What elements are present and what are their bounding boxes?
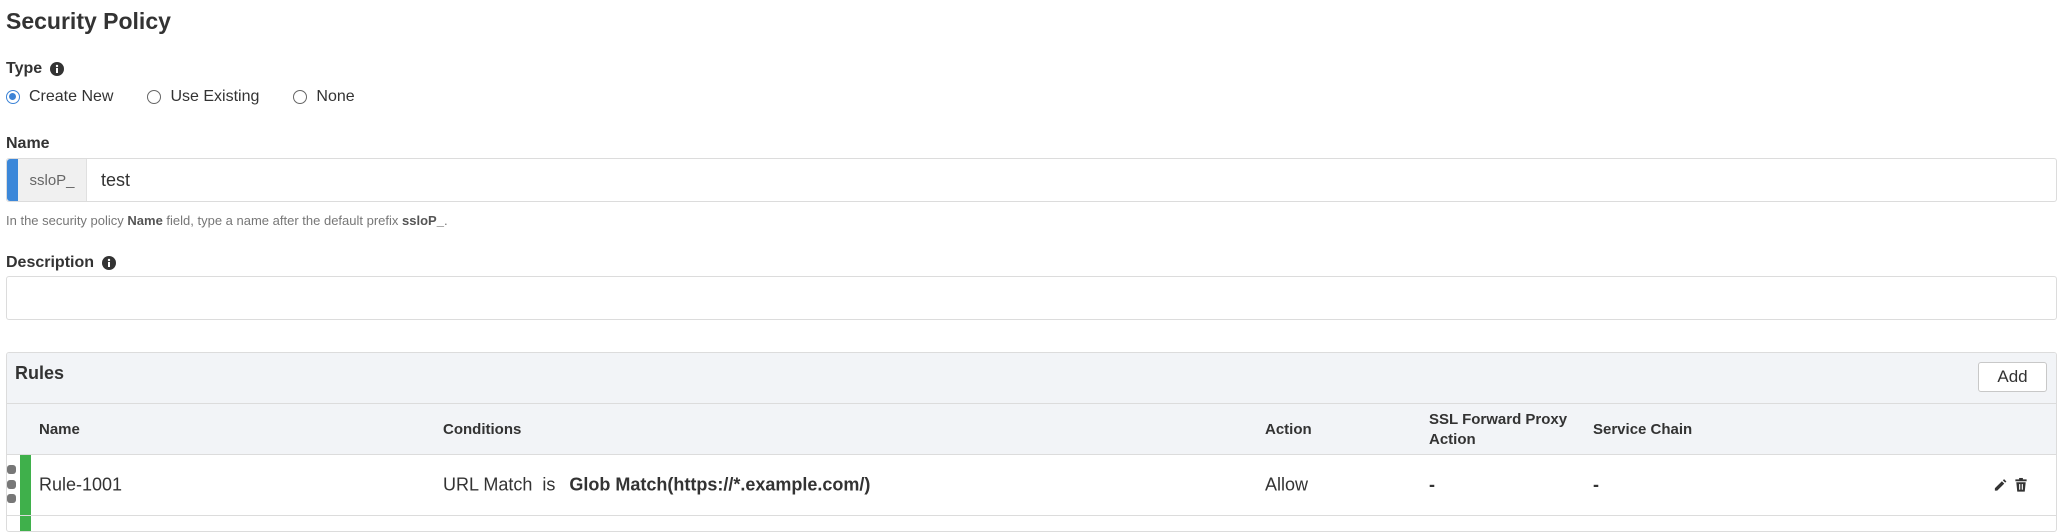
column-header-ssl-line-2: Action — [1429, 431, 1476, 448]
radio-use-existing[interactable]: Use Existing — [147, 88, 259, 106]
column-header-ssl-forward-proxy-action[interactable]: SSL Forward Proxy Action — [1429, 410, 1567, 450]
radio-button[interactable] — [293, 90, 308, 104]
info-icon[interactable] — [102, 256, 117, 270]
rules-panel: Rules Add Name Conditions Action SSL For… — [6, 352, 2057, 532]
rule-name: Rule-1001 — [39, 474, 123, 495]
rule-service-chain: - — [1593, 474, 1599, 495]
condition-value: Glob Match(https://*.example.com/) — [569, 474, 871, 495]
table-row[interactable]: Rule-1001 URL Match is Glob Match(https:… — [7, 455, 2056, 516]
table-row-partial — [7, 516, 2056, 531]
rule-action: Allow — [1265, 474, 1309, 495]
column-header-action[interactable]: Action — [1265, 421, 1312, 438]
description-label: Description — [6, 254, 95, 271]
description-field — [6, 276, 2057, 320]
name-field: ssloP_ — [6, 158, 2057, 202]
column-header-name[interactable]: Name — [39, 421, 80, 438]
rules-header: Rules Add — [7, 353, 2056, 404]
description-label-row: Description — [6, 254, 117, 272]
description-input[interactable] — [7, 277, 2056, 319]
type-label: Type — [6, 60, 43, 77]
page-title: Security Policy — [6, 8, 171, 34]
drag-handle-icon[interactable] — [7, 465, 16, 503]
name-field-accent — [7, 159, 18, 201]
name-label: Name — [6, 135, 50, 152]
column-header-conditions[interactable]: Conditions — [443, 421, 521, 438]
condition-prefix: URL Match is — [443, 474, 556, 495]
row-actions — [1993, 477, 2028, 493]
name-hint: In the security policy Name field, type … — [6, 213, 448, 228]
name-prefix: ssloP_ — [18, 159, 87, 201]
trash-icon[interactable] — [2014, 477, 2028, 493]
radio-none[interactable]: None — [293, 88, 355, 106]
column-header-service-chain[interactable]: Service Chain — [1593, 421, 1692, 438]
radio-label: Use Existing — [170, 88, 260, 105]
pencil-icon[interactable] — [1993, 478, 2008, 493]
type-radio-group: Create New Use Existing None — [6, 88, 389, 106]
radio-create-new[interactable]: Create New — [6, 88, 113, 106]
add-rule-button[interactable]: Add — [1978, 362, 2047, 392]
radio-button[interactable] — [147, 90, 162, 104]
rule-status-bar — [20, 516, 31, 531]
type-label-row: Type — [6, 60, 65, 78]
name-input[interactable] — [87, 159, 2056, 201]
info-icon[interactable] — [50, 62, 65, 76]
column-header-ssl-line-1: SSL Forward Proxy — [1429, 411, 1568, 428]
rules-title: Rules — [15, 363, 65, 383]
rule-status-bar — [20, 455, 31, 515]
radio-label: None — [316, 88, 355, 105]
rules-table-header: Name Conditions Action SSL Forward Proxy… — [7, 404, 2056, 455]
radio-label: Create New — [29, 88, 114, 105]
rule-conditions: URL Match is Glob Match(https://*.exampl… — [443, 475, 870, 496]
rule-ssl-action: - — [1429, 474, 1435, 495]
radio-button-checked[interactable] — [6, 90, 20, 104]
